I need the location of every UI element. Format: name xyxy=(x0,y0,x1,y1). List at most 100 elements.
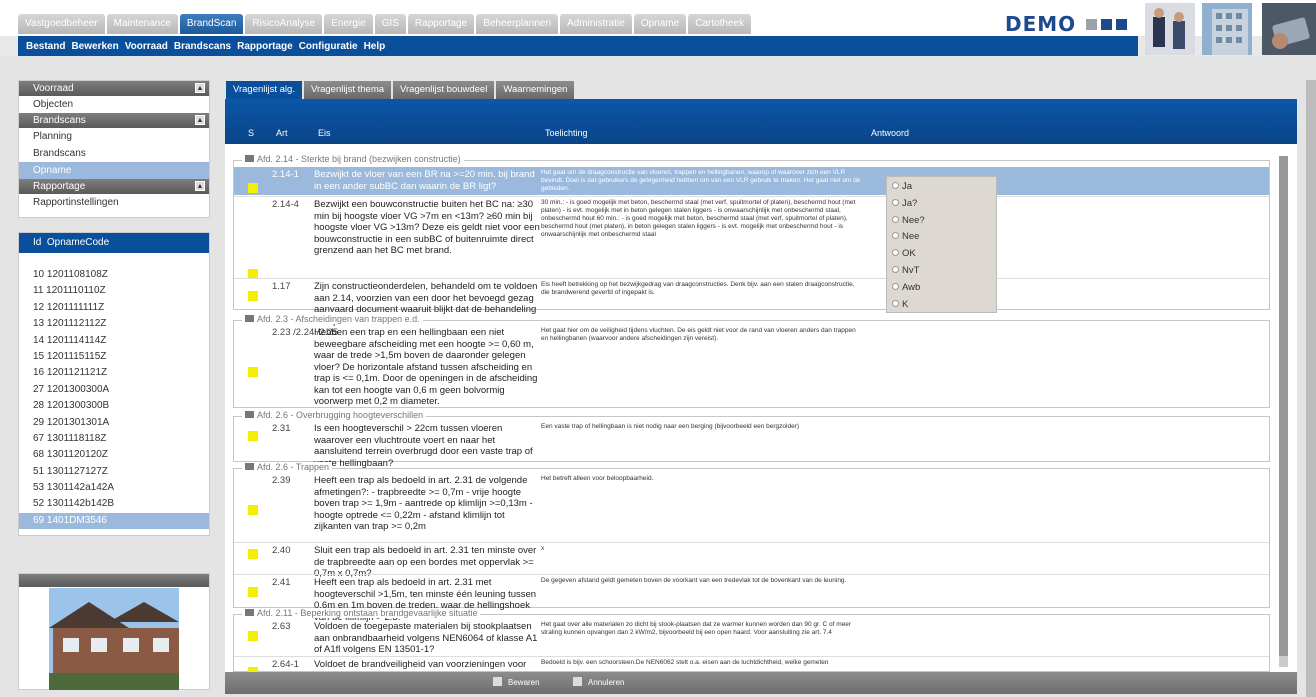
article-number: 2.14-4 xyxy=(272,199,299,210)
module-tab-rapportage[interactable]: Rapportage xyxy=(407,14,475,34)
question-row[interactable]: 2.14-1 Bezwijkt de vloer van een BR na >=… xyxy=(234,167,1269,195)
opname-row[interactable]: 10 1201108108Z xyxy=(19,267,209,283)
tab-vragenlijst-bouwdeel[interactable]: Vragenlijst bouwdeel xyxy=(393,81,495,99)
section-title[interactable]: Afd. 2.11 - Beperking ontstaan brandgeva… xyxy=(242,608,481,618)
module-tabs: Vastgoedbeheer Maintenance BrandScan Risico… xyxy=(18,14,753,34)
opname-row[interactable]: 16 1201121121Z xyxy=(19,365,209,381)
status-indicator xyxy=(248,291,258,301)
question-row[interactable]: 2.23 /2.24 /2.25 Hebben een trap en een h… xyxy=(234,325,1269,409)
tab-vragenlijst-thema[interactable]: Vragenlijst thema xyxy=(303,81,392,99)
collapse-icon[interactable] xyxy=(245,609,254,616)
question-row[interactable]: 2.39 Heeft een trap als bedoeld in art. 2… xyxy=(234,473,1269,541)
collapse-icon[interactable]: ▲ xyxy=(195,181,205,191)
radio-icon[interactable] xyxy=(892,198,899,206)
module-tab-beheerplannen[interactable]: Beheerplannen xyxy=(476,14,559,34)
side-item-brandscans[interactable]: Brandscans xyxy=(19,145,209,162)
collapse-icon[interactable] xyxy=(245,411,254,418)
answer-option[interactable]: K xyxy=(892,299,908,310)
side-item-rapportinstellingen[interactable]: Rapportinstellingen xyxy=(19,194,209,211)
tab-vragenlijst-alg[interactable]: Vragenlijst alg. xyxy=(226,81,302,99)
answer-option-label: Nee xyxy=(902,231,920,243)
collapse-icon[interactable]: ▲ xyxy=(195,115,205,125)
opname-row[interactable]: 67 1301118118Z xyxy=(19,431,209,447)
radio-icon[interactable] xyxy=(892,266,899,273)
collapse-icon[interactable]: ▲ xyxy=(195,83,205,93)
collapse-icon[interactable] xyxy=(245,463,254,470)
question-row[interactable]: 2.31 Is een hoogteverschil > 22cm tussen … xyxy=(234,421,1269,469)
section-title-text: Afd. 2.11 - Beperking ontstaan brandgeva… xyxy=(257,608,478,618)
module-tab-energie[interactable]: Energie xyxy=(324,14,373,34)
cancel-button[interactable]: Annuleren xyxy=(573,677,624,687)
column-s: S xyxy=(248,128,255,138)
module-tab-vastgoedbeheer[interactable]: Vastgoedbeheer xyxy=(18,14,105,34)
section-title[interactable]: Afd. 2.3 - Afscheidingen van trappen e.d… xyxy=(242,314,423,324)
menu-brandscans[interactable]: Brandscans xyxy=(174,41,231,52)
undo-icon xyxy=(573,677,582,686)
opname-row[interactable]: 15 1201115115Z xyxy=(19,349,209,365)
module-tab-opname[interactable]: Opname xyxy=(633,14,687,34)
menu-configuratie[interactable]: Configuratie xyxy=(299,41,358,52)
section-title[interactable]: Afd. 2.6 - Trappen xyxy=(242,462,333,472)
answer-option[interactable]: Ja xyxy=(892,181,912,192)
menu-bewerken[interactable]: Bewerken xyxy=(71,41,118,52)
side-item-opname[interactable]: Opname xyxy=(19,162,209,179)
answer-option[interactable]: Nee? xyxy=(892,215,925,226)
side-head-brandscans[interactable]: Brandscans ▲ xyxy=(19,113,209,128)
question-row[interactable]: 2.64-1 Voldoet de brandveiligheid van voo… xyxy=(234,657,1269,672)
opname-row[interactable]: 53 1301142a142A xyxy=(19,480,209,496)
question-row[interactable]: 1.17 Zijn constructieonderdelen, behandel… xyxy=(234,279,1269,327)
opname-row[interactable]: 12 1201111111Z xyxy=(19,300,209,316)
module-tab-cartotheek[interactable]: Cartotheek xyxy=(688,14,752,34)
answer-option[interactable]: Nee xyxy=(892,231,919,242)
opname-row[interactable]: 14 1201114114Z xyxy=(19,333,209,349)
answer-option[interactable]: Ja? xyxy=(892,198,917,209)
side-head-voorraad[interactable]: Voorraad ▲ xyxy=(19,81,209,96)
collapse-icon[interactable] xyxy=(245,155,254,162)
opname-row[interactable]: 13 1201112112Z xyxy=(19,316,209,332)
opname-row[interactable]: 11 1201110110Z xyxy=(19,283,209,299)
module-tab-gis[interactable]: GIS xyxy=(374,14,406,34)
scrollbar[interactable] xyxy=(1279,156,1288,667)
radio-icon[interactable] xyxy=(892,182,899,189)
side-head-rapportage[interactable]: Rapportage ▲ xyxy=(19,179,209,194)
status-indicator xyxy=(248,367,258,377)
module-tab-risicoanalyse[interactable]: RisicoAnalyse xyxy=(245,14,323,34)
menu-bestand[interactable]: Bestand xyxy=(26,41,65,52)
module-tab-brandscan[interactable]: BrandScan xyxy=(179,14,244,34)
answer-option[interactable]: NvT xyxy=(892,265,919,276)
tab-waarnemingen[interactable]: Waarnemingen xyxy=(496,81,575,99)
opname-row[interactable]: 68 1301120120Z xyxy=(19,447,209,463)
opname-row[interactable]: 29 1201301301A xyxy=(19,415,209,431)
question-row[interactable]: 2.63 Voldoen de toegepaste materialen bij… xyxy=(234,619,1269,655)
opname-row[interactable]: 27 1201300300A xyxy=(19,382,209,398)
questionnaire-tabs: Vragenlijst alg. Vragenlijst thema Vrage… xyxy=(226,81,576,99)
scrollbar-thumb[interactable] xyxy=(1279,156,1288,656)
menu-rapportage[interactable]: Rapportage xyxy=(237,41,293,52)
question-row[interactable]: 2.40 Sluit een trap als bedoeld in art. 2… xyxy=(234,543,1269,579)
save-button[interactable]: Bewaren xyxy=(493,677,540,687)
section-title[interactable]: Afd. 2.14 - Sterkte bij brand (bezwijken… xyxy=(242,154,464,164)
opname-row[interactable]: 69 1401DM3546 xyxy=(19,512,209,530)
explanation-text: Het gaat om de draagconstructie van vloe… xyxy=(541,169,861,192)
module-tab-maintenance[interactable]: Maintenance xyxy=(106,14,178,34)
menu-help[interactable]: Help xyxy=(364,41,386,52)
answer-option[interactable]: OK xyxy=(892,248,916,259)
side-item-objecten[interactable]: Objecten xyxy=(19,96,209,113)
radio-icon[interactable] xyxy=(892,249,899,257)
opname-row[interactable]: 28 1201300300B xyxy=(19,398,209,414)
radio-icon[interactable] xyxy=(892,299,899,307)
menu-voorraad[interactable]: Voorraad xyxy=(125,41,168,52)
answer-option[interactable]: Awb xyxy=(892,282,920,293)
collapse-icon[interactable] xyxy=(245,315,254,322)
question-row[interactable]: 2.41 Heeft een trap als bedoeld in art. 2… xyxy=(234,575,1269,623)
question-row[interactable]: 2.14-4 Bezwijkt een bouwconstructie buite… xyxy=(234,197,1269,279)
opname-row[interactable]: 51 1301127127Z xyxy=(19,464,209,480)
side-item-planning[interactable]: Planning xyxy=(19,128,209,145)
opname-row[interactable]: 52 1301142b142B xyxy=(19,496,209,512)
radio-icon[interactable] xyxy=(892,215,899,223)
radio-icon[interactable] xyxy=(892,282,899,290)
radio-icon[interactable] xyxy=(892,232,899,240)
article-number: 1.17 xyxy=(272,281,291,292)
section-title[interactable]: Afd. 2.6 - Overbrugging hoogteverschille… xyxy=(242,410,427,420)
module-tab-administratie[interactable]: Administratie xyxy=(560,14,632,34)
